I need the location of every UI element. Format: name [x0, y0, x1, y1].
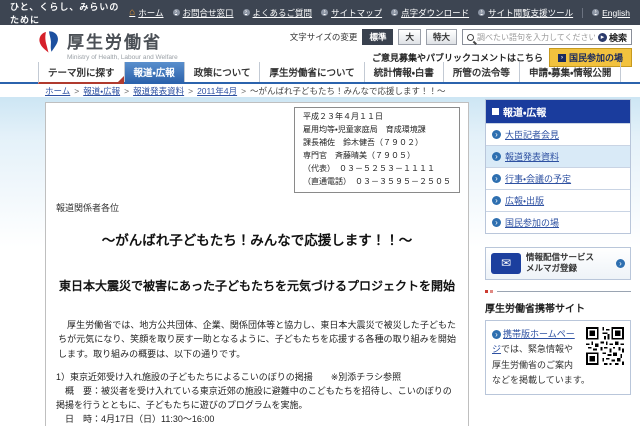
textsize-standard-button[interactable]: 標準	[362, 29, 394, 45]
topbar-link-accessibility-tool[interactable]: › サイト閲覧支援ツール	[478, 7, 573, 19]
arrow-circle-icon: ▸	[597, 32, 607, 42]
arrow-circle-icon: ›	[492, 152, 501, 161]
breadcrumb-press-releases[interactable]: 報道発表資料	[133, 85, 184, 97]
sidebar: 報道・広報 › 大臣記者会見 › 報道発表資料 › 行事・会議の予定 › 広報・…	[485, 99, 631, 396]
arrow-circle-icon: ›	[492, 130, 501, 139]
arrow-circle-icon: ›	[172, 9, 180, 16]
mhlw-logo[interactable]: 厚生労働省 Ministry of Health, Labour and Wel…	[36, 28, 178, 62]
tab-policy[interactable]: 政策について	[183, 62, 260, 82]
global-nav: テーマ別に探す 報道・広報 政策について 厚生労働省について 統計情報・白書 所…	[0, 62, 640, 84]
mobile-site-heading: 厚生労働省携帯サイト	[485, 303, 585, 315]
press-menu-header: 報道・広報	[486, 100, 630, 123]
arrow-circle-icon: ›	[592, 9, 600, 16]
arrow-circle-icon: ›	[616, 258, 625, 268]
sidebar-item-pr-publications[interactable]: › 広報・出版	[486, 189, 630, 211]
arrow-circle-icon: ›	[492, 218, 501, 227]
contact-info-box: 平成２３年４月１１日 雇用均等・児童家庭局 育成環境課 課長補佐 鈴木健吾（７９…	[294, 107, 460, 193]
arrow-circle-icon: ›	[321, 9, 329, 16]
textsize-xlarge-button[interactable]: 特大	[425, 29, 457, 45]
sidebar-item-minister-press-conference[interactable]: › 大臣記者会見	[486, 123, 630, 145]
mobile-site-box: › 携帯版ホームページでは、緊急情報や厚生労働省のご案内などを掲載しています。	[485, 319, 631, 396]
site-search: ▸ 検索	[461, 29, 632, 45]
arrow-circle-icon: ›	[242, 9, 250, 16]
dotted-divider	[485, 289, 631, 293]
press-menu: 報道・広報 › 大臣記者会見 › 報道発表資料 › 行事・会議の予定 › 広報・…	[485, 99, 631, 234]
topbar-links: ⌂ ホーム › お問合せ窓口 › よくあるご質問 › サイトマップ › 点字ダウ…	[129, 7, 630, 19]
press-release-title: ～がんばれ子どもたち！みんなで応援します！！～	[101, 232, 413, 248]
tab-statistics[interactable]: 統計情報・白書	[363, 62, 443, 82]
textsize-large-button[interactable]: 大	[398, 29, 421, 45]
home-icon: ⌂	[129, 6, 136, 18]
arrow-circle-icon: ›	[391, 9, 399, 16]
arrow-circle-icon: ›	[492, 329, 501, 339]
tab-laws[interactable]: 所管の法令等	[442, 62, 519, 82]
topbar-link-contact[interactable]: › お問合せ窓口	[172, 7, 234, 19]
textsize-label: 文字サイズの変更	[289, 32, 358, 42]
press-release-box: 平成２３年４月１１日 雇用均等・児童家庭局 育成環境課 課長補佐 鈴木健吾（７９…	[45, 102, 469, 426]
site-header: 厚生労働省 Ministry of Health, Labour and Wel…	[0, 25, 640, 67]
divider	[582, 7, 584, 18]
arrow-circle-icon: ›	[492, 174, 501, 183]
qr-code	[586, 326, 624, 365]
press-release-details: 1）東京近郊受け入れ施設の子どもたちによるこいのぼりの掲揚 ※別添チラシ参照 概…	[56, 371, 452, 424]
sidebar-item-public-participation[interactable]: › 国民参加の場	[486, 211, 630, 233]
search-button[interactable]: ▸ 検索	[597, 31, 627, 44]
arrow-square-icon: ›	[557, 53, 566, 62]
sidebar-item-events-schedule[interactable]: › 行事・会議の予定	[486, 167, 630, 189]
mhlw-logo-icon	[39, 31, 58, 53]
breadcrumb: ホーム > 報道・広報 > 報道発表資料 > 2011年4月 > ～がんばれ子ど…	[0, 84, 640, 97]
site-title-en: Ministry of Health, Labour and Welfare	[67, 54, 178, 61]
site-title: 厚生労働省	[67, 33, 162, 52]
square-icon	[492, 108, 499, 115]
arrow-circle-icon: ›	[478, 9, 486, 16]
breadcrumb-home[interactable]: ホーム	[45, 85, 70, 97]
breadcrumb-current: ～がんばれ子どもたち！みんなで応援します！！～	[250, 85, 446, 96]
press-release-intro: 厚生労働省では、地方公共団体、企業、関係団体等と協力し、東日本大震災で被災した子…	[58, 319, 456, 359]
tab-about-mhlw[interactable]: 厚生労働省について	[259, 62, 363, 82]
site-tagline: ひと、くらし、みらいのために	[10, 1, 120, 25]
topbar-link-braille-download[interactable]: › 点字ダウンロード	[391, 7, 469, 19]
arrow-circle-icon: ›	[492, 196, 501, 205]
breadcrumb-2011-04[interactable]: 2011年4月	[197, 85, 237, 97]
tab-applications[interactable]: 申請・募集・情報公開	[518, 62, 622, 82]
topbar-link-english[interactable]: › English	[592, 8, 630, 18]
search-input[interactable]	[476, 32, 595, 42]
top-utility-bar: ひと、くらし、みらいのために ⌂ ホーム › お問合せ窓口 › よくあるご質問 …	[0, 0, 640, 25]
search-icon	[466, 33, 474, 41]
sidebar-item-press-releases[interactable]: › 報道発表資料	[486, 145, 630, 167]
topbar-link-home[interactable]: ⌂ ホーム	[129, 7, 163, 19]
mailmagazine-banner[interactable]: ✉ 情報配信サービス メルマガ登録 ›	[485, 247, 631, 280]
addressee: 報道関係者各位	[56, 202, 120, 213]
breadcrumb-press[interactable]: 報道・広報	[83, 85, 120, 97]
content-area: 平成２３年４月１１日 雇用均等・児童家庭局 育成環境課 課長補佐 鈴木健吾（７９…	[0, 97, 640, 426]
tab-press[interactable]: 報道・広報	[123, 62, 184, 82]
mobile-site-text: では、緊急情報や厚生労働省のご案内などを掲載しています。	[492, 344, 590, 385]
envelope-icon: ✉	[491, 252, 521, 274]
topbar-link-faq[interactable]: › よくあるご質問	[242, 7, 312, 19]
tab-theme-search[interactable]: テーマ別に探す	[38, 62, 124, 84]
topbar-link-sitemap[interactable]: › サイトマップ	[321, 7, 382, 19]
press-release-subtitle: 東日本大震災で被害にあった子どもたちを元気づけるプロジェクトを開始	[58, 278, 455, 293]
header-tools: 文字サイズの変更 標準 大 特大 ▸ 検索 ご意見募集やパブリックコメントはこち…	[289, 28, 632, 67]
